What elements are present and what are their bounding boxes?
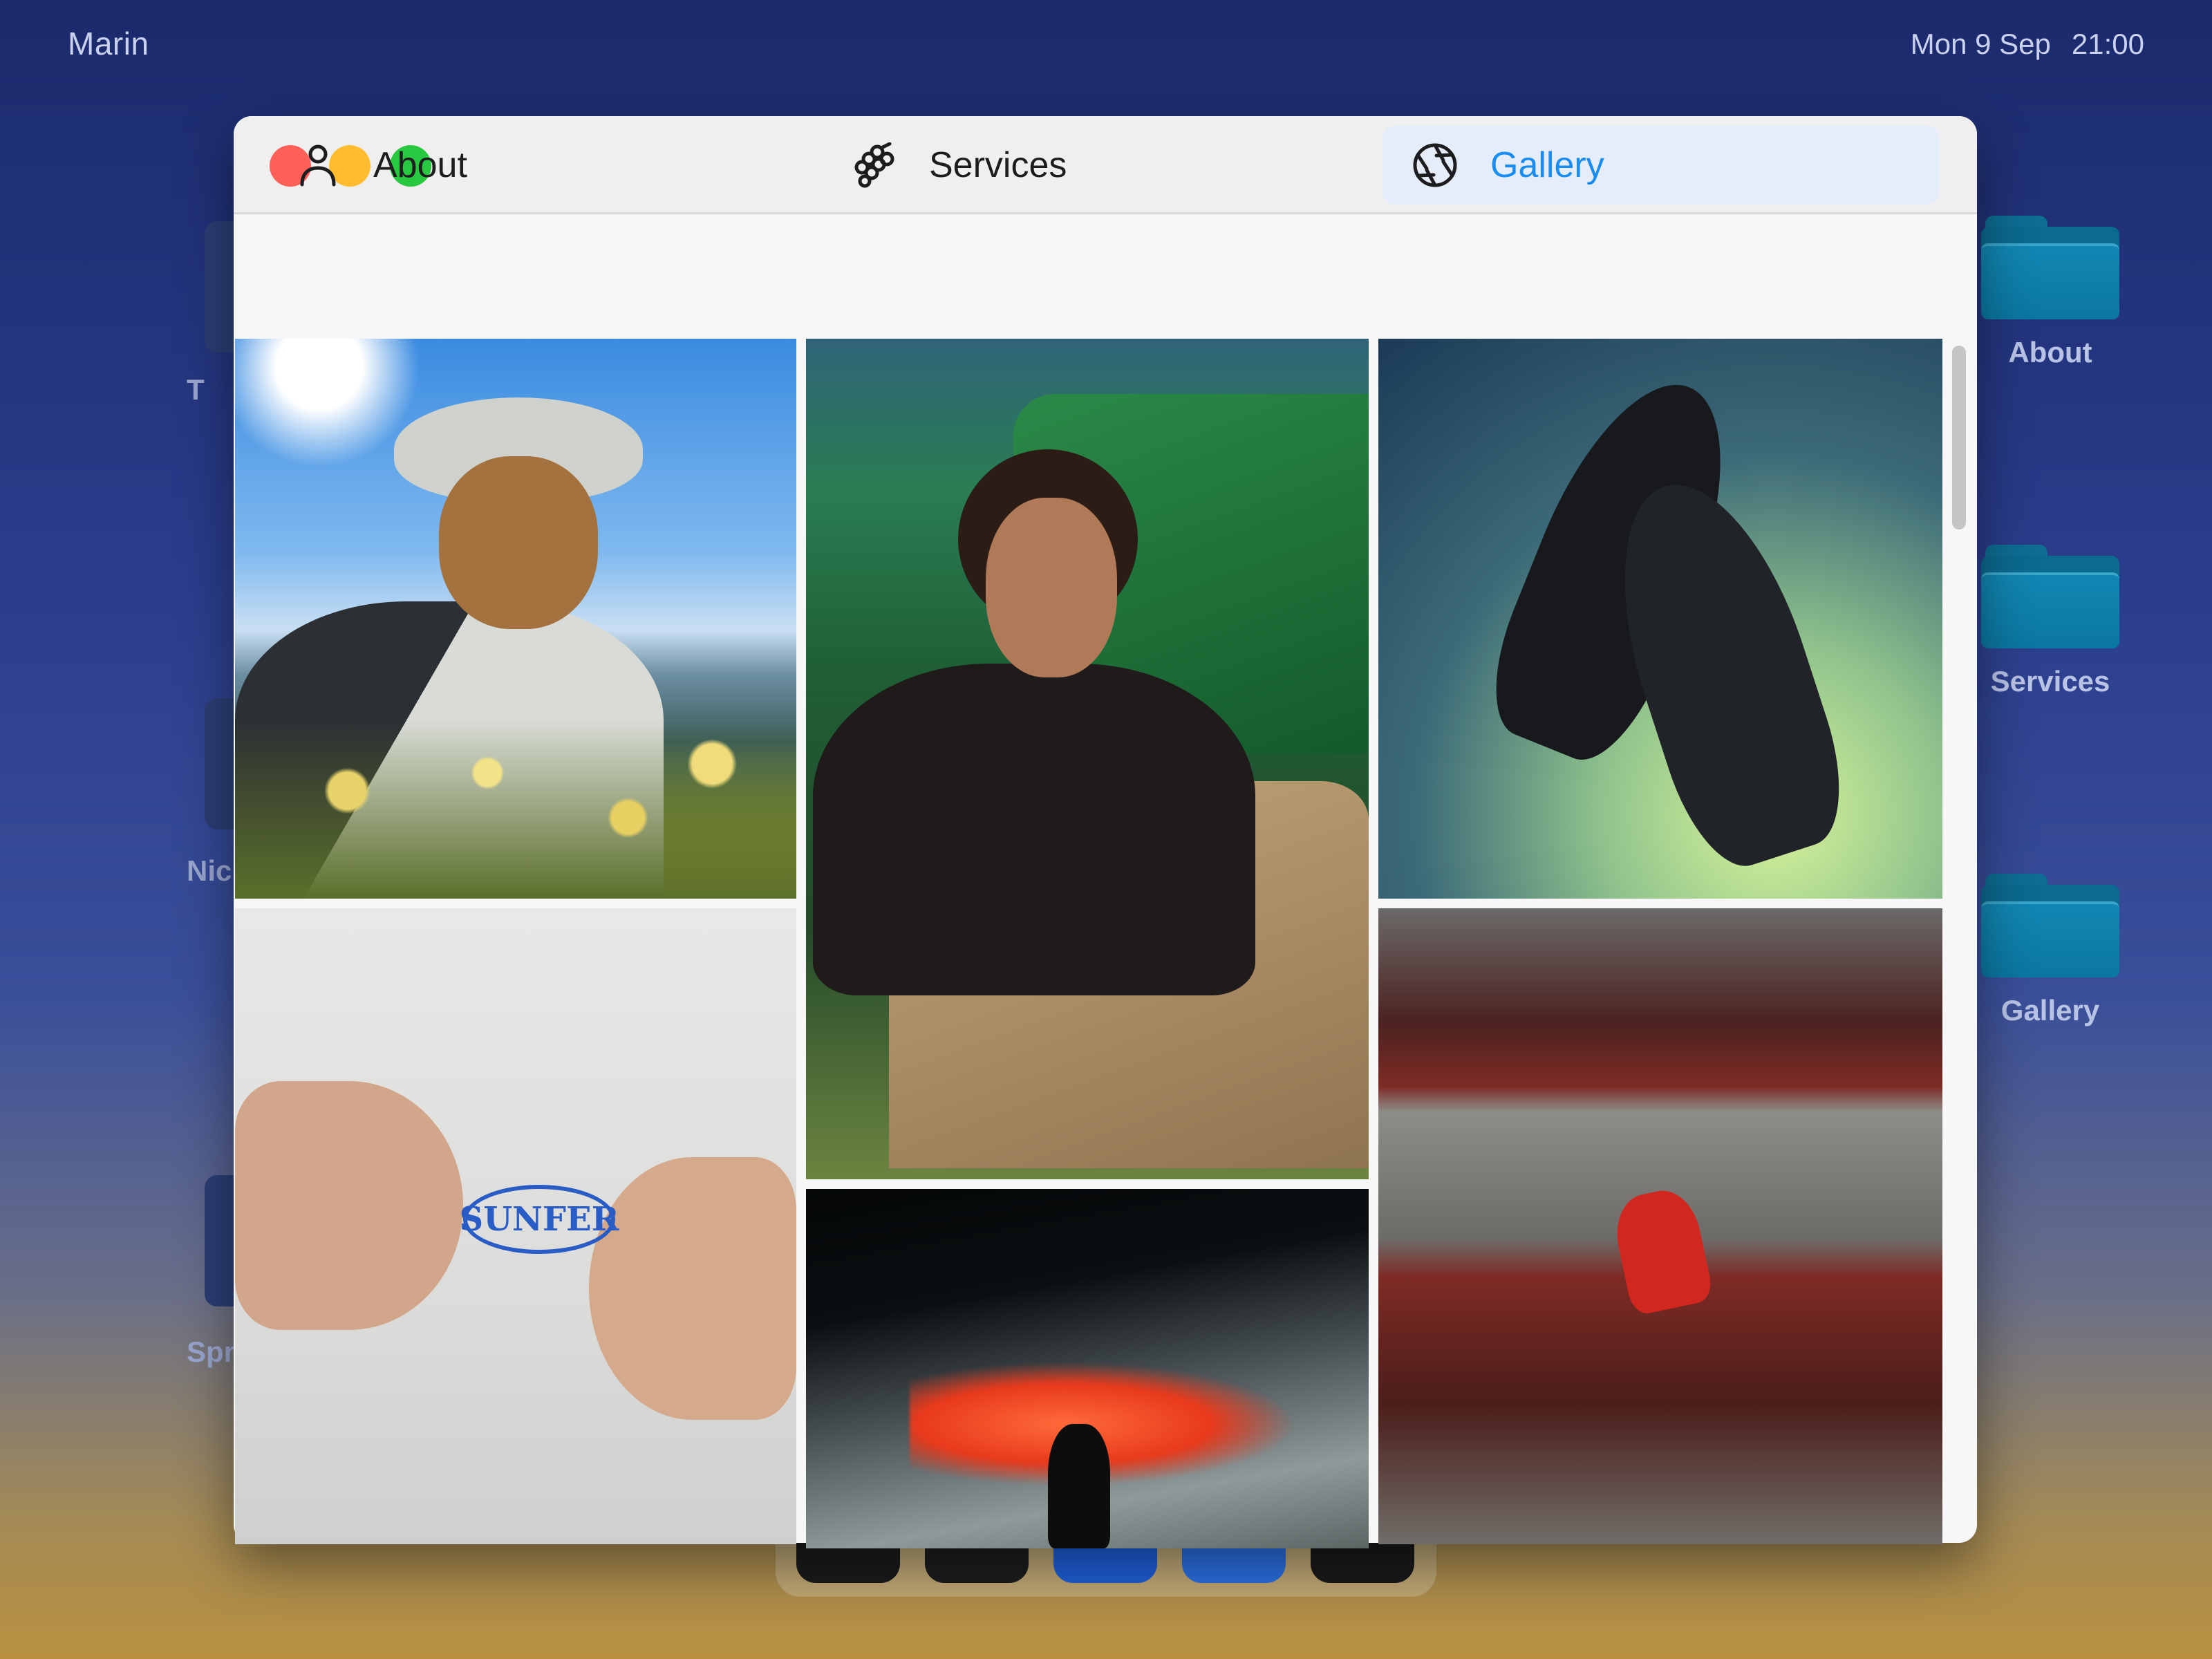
- gallery-photo[interactable]: SUNFER: [235, 908, 796, 1544]
- tab-about-label: About: [373, 145, 467, 185]
- desktop-icon-partial-label-2: Nic: [187, 854, 232, 887]
- desktop-icon-partial-label-1: T: [187, 373, 205, 406]
- app-name[interactable]: Marin: [68, 25, 149, 62]
- gallery-photo[interactable]: [1378, 908, 1942, 1544]
- tab-services[interactable]: Services: [849, 126, 1067, 205]
- folder-label: Gallery: [2000, 994, 2100, 1027]
- time-text: 21:00: [2071, 28, 2144, 60]
- gallery-photo[interactable]: [1378, 339, 1942, 899]
- aperture-icon: [1410, 140, 1460, 190]
- desktop-folder-about[interactable]: About: [1960, 216, 2140, 369]
- scrollbar-thumb[interactable]: [1952, 346, 1966, 529]
- tab-about[interactable]: About: [293, 126, 467, 205]
- person-icon: [293, 140, 343, 190]
- folder-icon: [1981, 874, 2119, 977]
- folder-label: Services: [1990, 665, 2110, 697]
- folder-label: About: [2008, 336, 2092, 368]
- tab-services-label: Services: [929, 145, 1067, 185]
- tshirt-logo: SUNFER: [460, 1185, 619, 1254]
- desktop-folder-gallery[interactable]: Gallery: [1960, 874, 2140, 1027]
- grapes-icon: [849, 140, 899, 190]
- folder-icon: [1981, 545, 2119, 648]
- desktop-icon-partial-label-3: Spr: [187, 1335, 236, 1368]
- gallery-photo[interactable]: [806, 1189, 1369, 1548]
- clock: Mon 9 Sep 21:00: [1911, 28, 2144, 61]
- tab-gallery[interactable]: Gallery: [1382, 126, 1940, 205]
- gallery-photo[interactable]: [235, 339, 796, 899]
- folder-icon: [1981, 216, 2119, 319]
- gallery-photo[interactable]: [806, 339, 1369, 1179]
- tab-gallery-label: Gallery: [1490, 145, 1604, 185]
- date-text: Mon 9 Sep: [1910, 28, 2051, 60]
- desktop-folder-services[interactable]: Services: [1960, 545, 2140, 698]
